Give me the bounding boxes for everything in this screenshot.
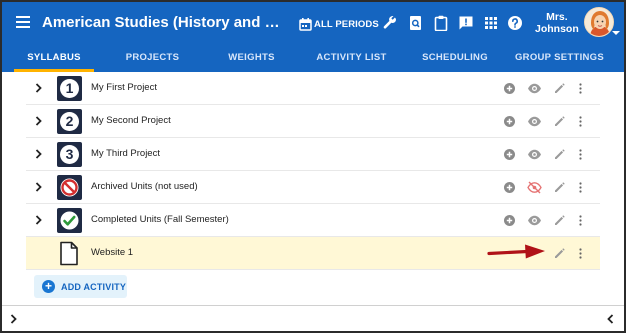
avatar[interactable]: [584, 7, 614, 37]
list-item-label: My First Project: [91, 82, 157, 93]
list-item[interactable]: Archived Units (not used): [26, 171, 600, 204]
pencil-icon[interactable]: [553, 148, 566, 161]
chevron-right-icon[interactable]: [35, 215, 43, 225]
add-circle-icon[interactable]: [503, 115, 516, 128]
pencil-icon[interactable]: [553, 181, 566, 194]
tab-group-settings[interactable]: GROUP SETTINGS: [507, 46, 612, 72]
tab-scheduling[interactable]: SCHEDULING: [410, 46, 500, 72]
add-activity-label: ADD ACTIVITY: [61, 281, 127, 292]
pencil-icon[interactable]: [553, 247, 566, 260]
add-activity-button[interactable]: + ADD ACTIVITY: [34, 275, 127, 298]
chevron-right-icon[interactable]: [35, 149, 43, 159]
pencil-icon[interactable]: [553, 82, 566, 95]
periods-selector[interactable]: ALL PERIODS: [299, 15, 379, 33]
add-circle-icon[interactable]: [503, 82, 516, 95]
avatar-portrait-icon: [585, 8, 613, 36]
tab-activity-list[interactable]: ACTIVITY LIST: [309, 46, 394, 72]
list-item-label: Archived Units (not used): [91, 181, 198, 192]
list-item[interactable]: 2 My Second Project: [26, 105, 600, 138]
tab-syllabus[interactable]: SYLLABUS: [14, 46, 94, 72]
syllabus-list: 1 My First Project 2 My Second Project 3…: [26, 72, 600, 302]
chevron-right-icon[interactable]: [35, 83, 43, 93]
list-item-label: My Second Project: [91, 115, 171, 126]
eye-off-icon[interactable]: [527, 181, 542, 194]
list-item-label: Completed Units (Fall Semester): [91, 214, 229, 225]
collapse-right-panel-icon[interactable]: [606, 314, 614, 324]
list-item-label: My Third Project: [91, 148, 160, 159]
hamburger-menu-icon[interactable]: [16, 16, 30, 28]
bottom-bar: [2, 305, 624, 331]
wrench-icon[interactable]: [382, 15, 398, 31]
eye-icon[interactable]: [527, 115, 542, 128]
number-1-icon: 1: [57, 76, 82, 101]
list-item[interactable]: 3 My Third Project: [26, 138, 600, 171]
pencil-icon[interactable]: [553, 214, 566, 227]
more-vertical-icon[interactable]: [577, 115, 584, 128]
checkmark-icon: [57, 208, 82, 233]
more-vertical-icon[interactable]: [577, 148, 584, 161]
more-vertical-icon[interactable]: [577, 247, 584, 260]
feedback-icon[interactable]: [458, 15, 474, 31]
clipboard-icon[interactable]: [433, 15, 449, 31]
eye-icon[interactable]: [527, 148, 542, 161]
add-circle-icon[interactable]: [503, 181, 516, 194]
app-header: American Studies (History and Language .…: [2, 2, 624, 46]
search-doc-icon[interactable]: [408, 15, 424, 31]
unit-number: 1: [60, 79, 79, 98]
add-icon: +: [42, 280, 55, 293]
calendar-icon: [299, 17, 312, 31]
annotation-arrow-icon: [487, 244, 545, 259]
chevron-right-icon[interactable]: [35, 116, 43, 126]
add-circle-icon[interactable]: [503, 148, 516, 161]
apps-grid-icon[interactable]: [483, 15, 499, 31]
chevron-right-icon[interactable]: [35, 182, 43, 192]
prohibited-icon: [57, 175, 82, 200]
list-item[interactable]: Completed Units (Fall Semester): [26, 204, 600, 237]
tab-bar: SYLLABUS PROJECTS WEIGHTS ACTIVITY LIST …: [2, 46, 624, 72]
app-window: American Studies (History and Language .…: [0, 0, 626, 333]
more-vertical-icon[interactable]: [577, 214, 584, 227]
pencil-icon[interactable]: [553, 115, 566, 128]
user-name[interactable]: Mrs. Johnson: [535, 11, 579, 35]
add-circle-icon[interactable]: [503, 214, 516, 227]
eye-icon[interactable]: [527, 214, 542, 227]
list-item-label: Website 1: [91, 247, 134, 258]
periods-label: ALL PERIODS: [314, 18, 379, 30]
help-icon[interactable]: [507, 15, 523, 31]
number-2-icon: 2: [57, 109, 82, 134]
user-first-line: Mrs.: [546, 11, 568, 23]
eye-icon[interactable]: [527, 82, 542, 95]
tab-projects[interactable]: PROJECTS: [115, 46, 190, 72]
more-vertical-icon[interactable]: [577, 181, 584, 194]
list-item[interactable]: 1 My First Project: [26, 72, 600, 105]
more-vertical-icon[interactable]: [577, 82, 584, 95]
no-entry-icon: [60, 178, 79, 197]
number-3-icon: 3: [57, 142, 82, 167]
expand-left-panel-icon[interactable]: [10, 314, 18, 324]
course-title: American Studies (History and Language .…: [42, 14, 288, 31]
user-menu-caret-icon[interactable]: [612, 31, 620, 35]
check-circle-icon: [60, 211, 79, 230]
unit-number: 2: [60, 112, 79, 131]
document-icon: [60, 241, 78, 266]
unit-number: 3: [60, 145, 79, 164]
user-last-line: Johnson: [535, 23, 579, 35]
tab-weights[interactable]: WEIGHTS: [214, 46, 289, 72]
